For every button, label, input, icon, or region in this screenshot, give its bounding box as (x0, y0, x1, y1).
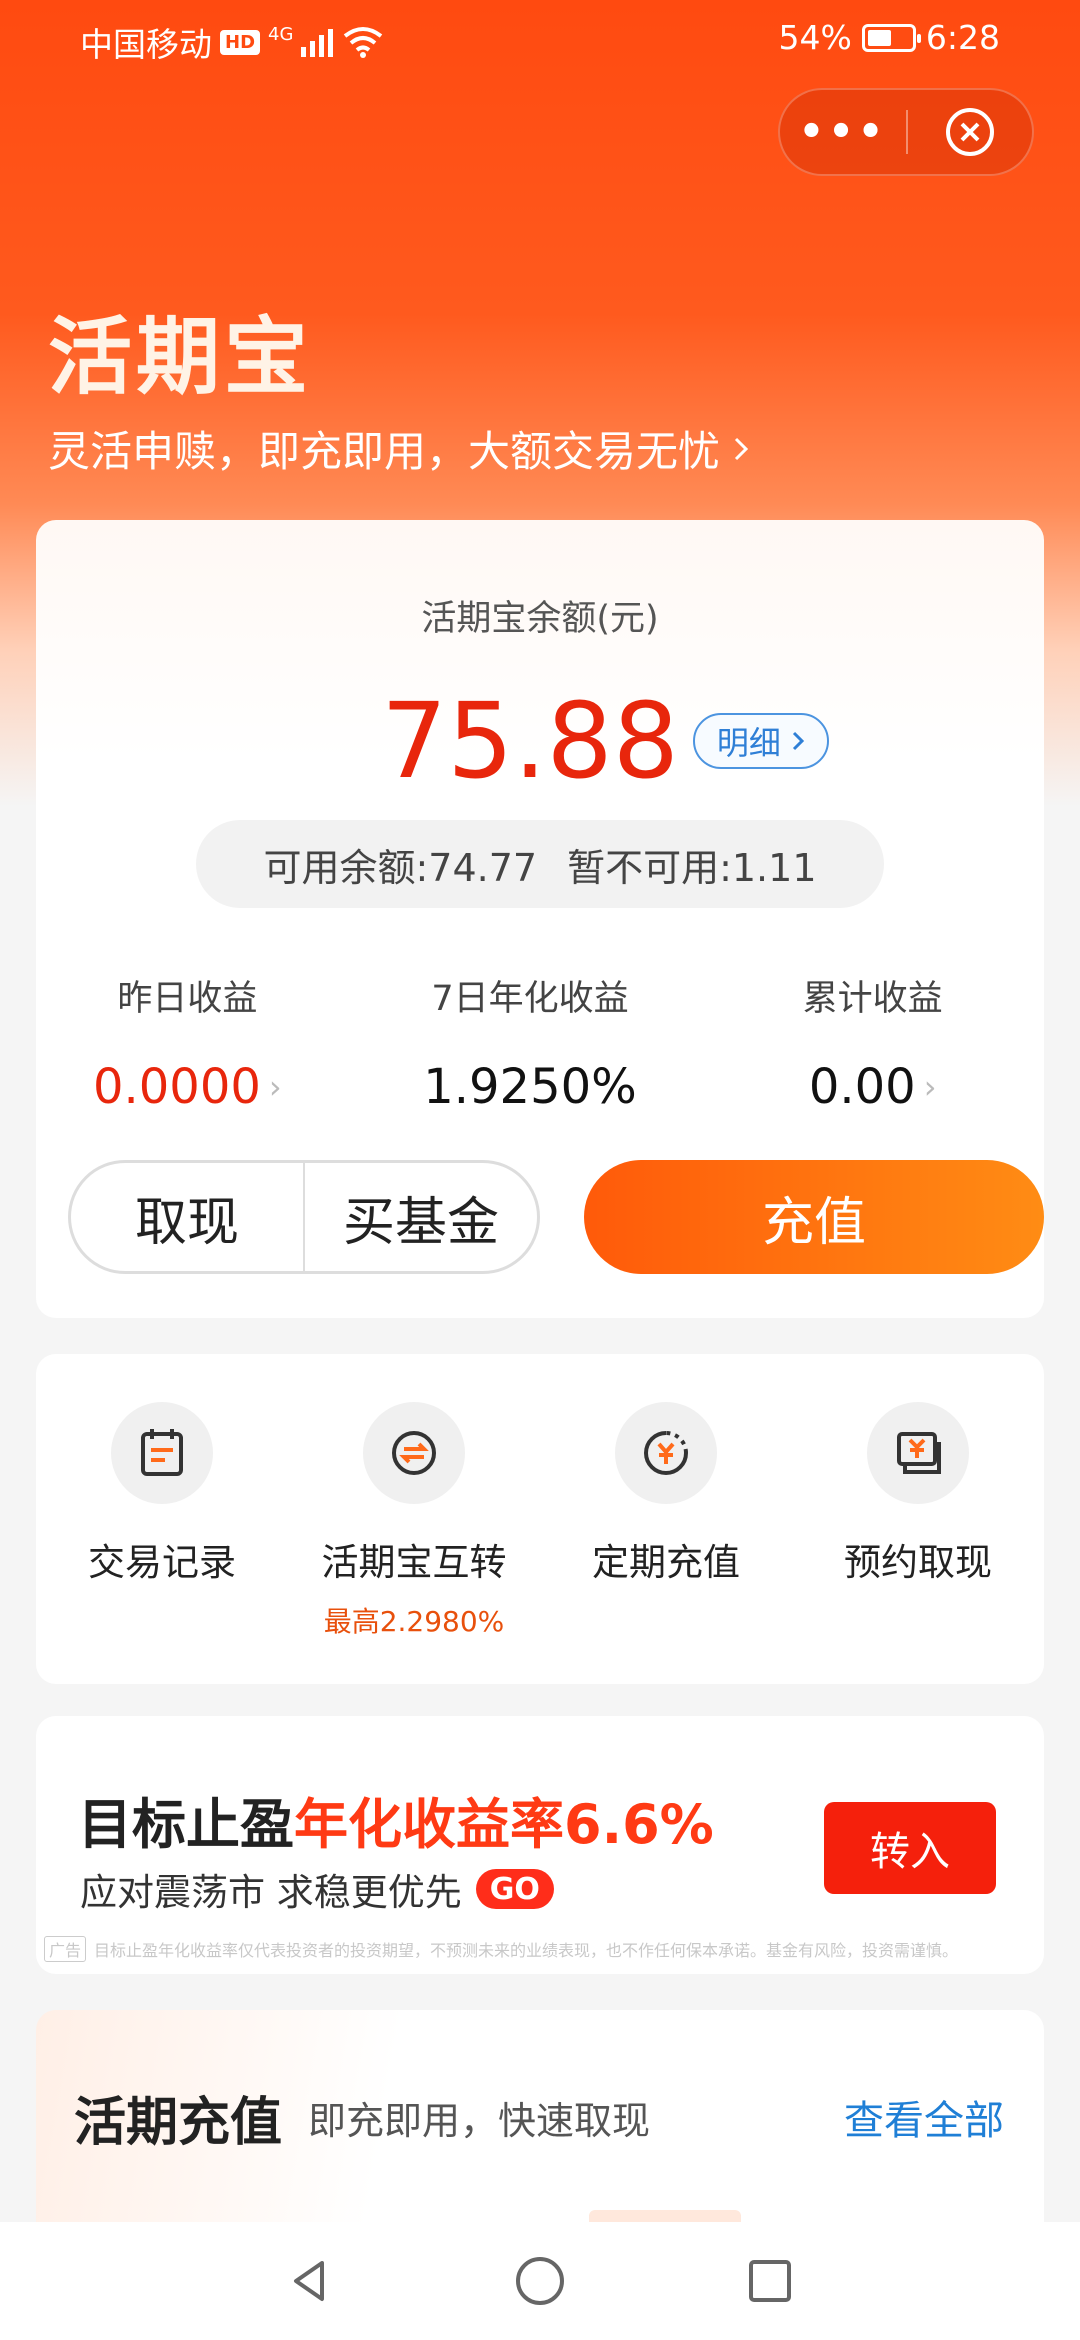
view-all-link[interactable]: 查看全部 (844, 2088, 1004, 2146)
stat-7day-yield: 7日年化收益 1.9250% (359, 970, 702, 1115)
recharge-button[interactable]: 充值 (584, 1160, 1044, 1274)
go-badge: GO (475, 1869, 554, 1909)
system-nav-bar (0, 2222, 1080, 2340)
carrier-name: 中国移动 (80, 25, 212, 64)
withdraw-button[interactable]: 取现 (71, 1163, 303, 1271)
back-triangle-icon (294, 2261, 324, 2301)
page-title: 活期宝 (48, 308, 313, 406)
balance-card: 活期宝余额(元) 75.88 明细 可用余额:74.77 暂不可用:1.11 昨… (36, 520, 1044, 1318)
quick-link-label: 交易记录 (88, 1541, 236, 1584)
more-button[interactable]: ••• (780, 88, 906, 176)
wifi-icon (344, 27, 383, 58)
status-bar: 中国移动 HD 4G 54% 6:28 (0, 0, 1080, 76)
transfer-in-button[interactable]: 转入 (824, 1802, 996, 1894)
stat-value: 0.0000 (92, 1059, 261, 1115)
promo-banner[interactable]: 目标止盈年化收益率6.6% 应对震荡市 求稳更优先 GO 转入 广告 目标止盈年… (36, 1716, 1044, 1974)
close-button[interactable] (908, 88, 1032, 176)
clock: 6:28 (925, 18, 1000, 57)
stat-value: 0.00 (808, 1059, 916, 1115)
promo-title-highlight: 年化收益率6.6% (294, 1793, 714, 1856)
miniprogram-capsule: ••• (778, 88, 1034, 176)
availability-pill: 可用余额:74.77 暂不可用:1.11 (196, 820, 884, 908)
earnings-stats: 昨日收益 0.0000 › 7日年化收益 1.9250% 累计收益 0.00 › (36, 970, 1044, 1115)
scheduled-recharge-icon (615, 1402, 717, 1504)
signal-icon (301, 29, 334, 57)
quick-link-label: 预约取现 (844, 1541, 992, 1584)
promo-subtitle: 应对震荡市 求稳更优先 (80, 1871, 462, 1914)
section-title: 活期充值 (74, 2093, 283, 2153)
quick-link-exchange[interactable]: 活期宝互转 最高2.2980% (288, 1402, 540, 1640)
chevron-right-icon: › (923, 1068, 937, 1106)
quick-link-label: 活期宝互转 (321, 1541, 507, 1584)
nav-home-button[interactable] (425, 2253, 655, 2309)
stat-yesterday[interactable]: 昨日收益 0.0000 › (16, 970, 359, 1115)
max-yield-note: 最高2.2980% (323, 1605, 505, 1638)
chevron-right-icon (734, 437, 749, 460)
balance-label: 活期宝余额(元) (421, 599, 659, 639)
balance-amount: 75.88 (381, 680, 679, 802)
chevron-right-icon (792, 731, 804, 751)
stat-value: 1.9250% (423, 1059, 637, 1115)
quick-link-scheduled-withdraw[interactable]: 预约取现 (792, 1402, 1044, 1640)
chevron-right-icon: › (268, 1068, 282, 1106)
promo-disclaimer: 广告 目标止盈年化收益率仅代表投资者的投资期望，不预测未来的业绩表现，也不作任何… (44, 1936, 1044, 1962)
unavailable-balance: 暂不可用:1.11 (567, 845, 817, 890)
disclaimer-text: 目标止盈年化收益率仅代表投资者的投资期望，不预测未来的业绩表现，也不作任何保本承… (94, 1941, 959, 1960)
quick-link-scheduled-recharge[interactable]: 定期充值 (540, 1402, 792, 1640)
quick-links-card: 交易记录 活期宝互转 最高2.2980% 定期充值 预约取现 (36, 1354, 1044, 1684)
detail-button[interactable]: 明细 (692, 713, 829, 769)
section-subtitle: 即充即用，快速取现 (308, 2099, 651, 2143)
battery-icon (861, 23, 921, 52)
ad-tag: 广告 (44, 1936, 87, 1962)
stat-label: 7日年化收益 (431, 979, 629, 1019)
stat-cumulative[interactable]: 累计收益 0.00 › (701, 970, 1044, 1115)
hd-badge: HD (220, 29, 261, 55)
transaction-record-icon (111, 1402, 213, 1504)
exchange-icon (363, 1402, 465, 1504)
recents-square-icon (749, 2260, 791, 2302)
network-type: 4G (268, 23, 294, 45)
nav-back-button[interactable] (195, 2253, 425, 2309)
buy-fund-button[interactable]: 买基金 (305, 1163, 537, 1271)
available-balance: 可用余额:74.77 (263, 845, 538, 890)
nav-recents-button[interactable] (655, 2253, 885, 2309)
subtitle-text: 灵活申赎，即充即用，大额交易无忧 (48, 427, 721, 476)
promo-title-prefix: 目标止盈 (78, 1793, 294, 1856)
scheduled-withdraw-icon (867, 1402, 969, 1504)
quick-link-transactions[interactable]: 交易记录 (36, 1402, 288, 1640)
stat-label: 昨日收益 (117, 979, 258, 1019)
quick-link-label: 定期充值 (592, 1541, 740, 1584)
subtitle-link[interactable]: 灵活申赎，即充即用，大额交易无忧 (48, 418, 752, 479)
secondary-actions: 取现 买基金 (68, 1160, 540, 1274)
detail-label: 明细 (716, 724, 781, 762)
home-circle-icon (516, 2257, 564, 2305)
promo-title: 目标止盈年化收益率6.6% (78, 1780, 714, 1859)
battery-percent: 54% (778, 18, 852, 57)
stat-label: 累计收益 (802, 979, 943, 1019)
close-circle-icon (945, 108, 994, 156)
